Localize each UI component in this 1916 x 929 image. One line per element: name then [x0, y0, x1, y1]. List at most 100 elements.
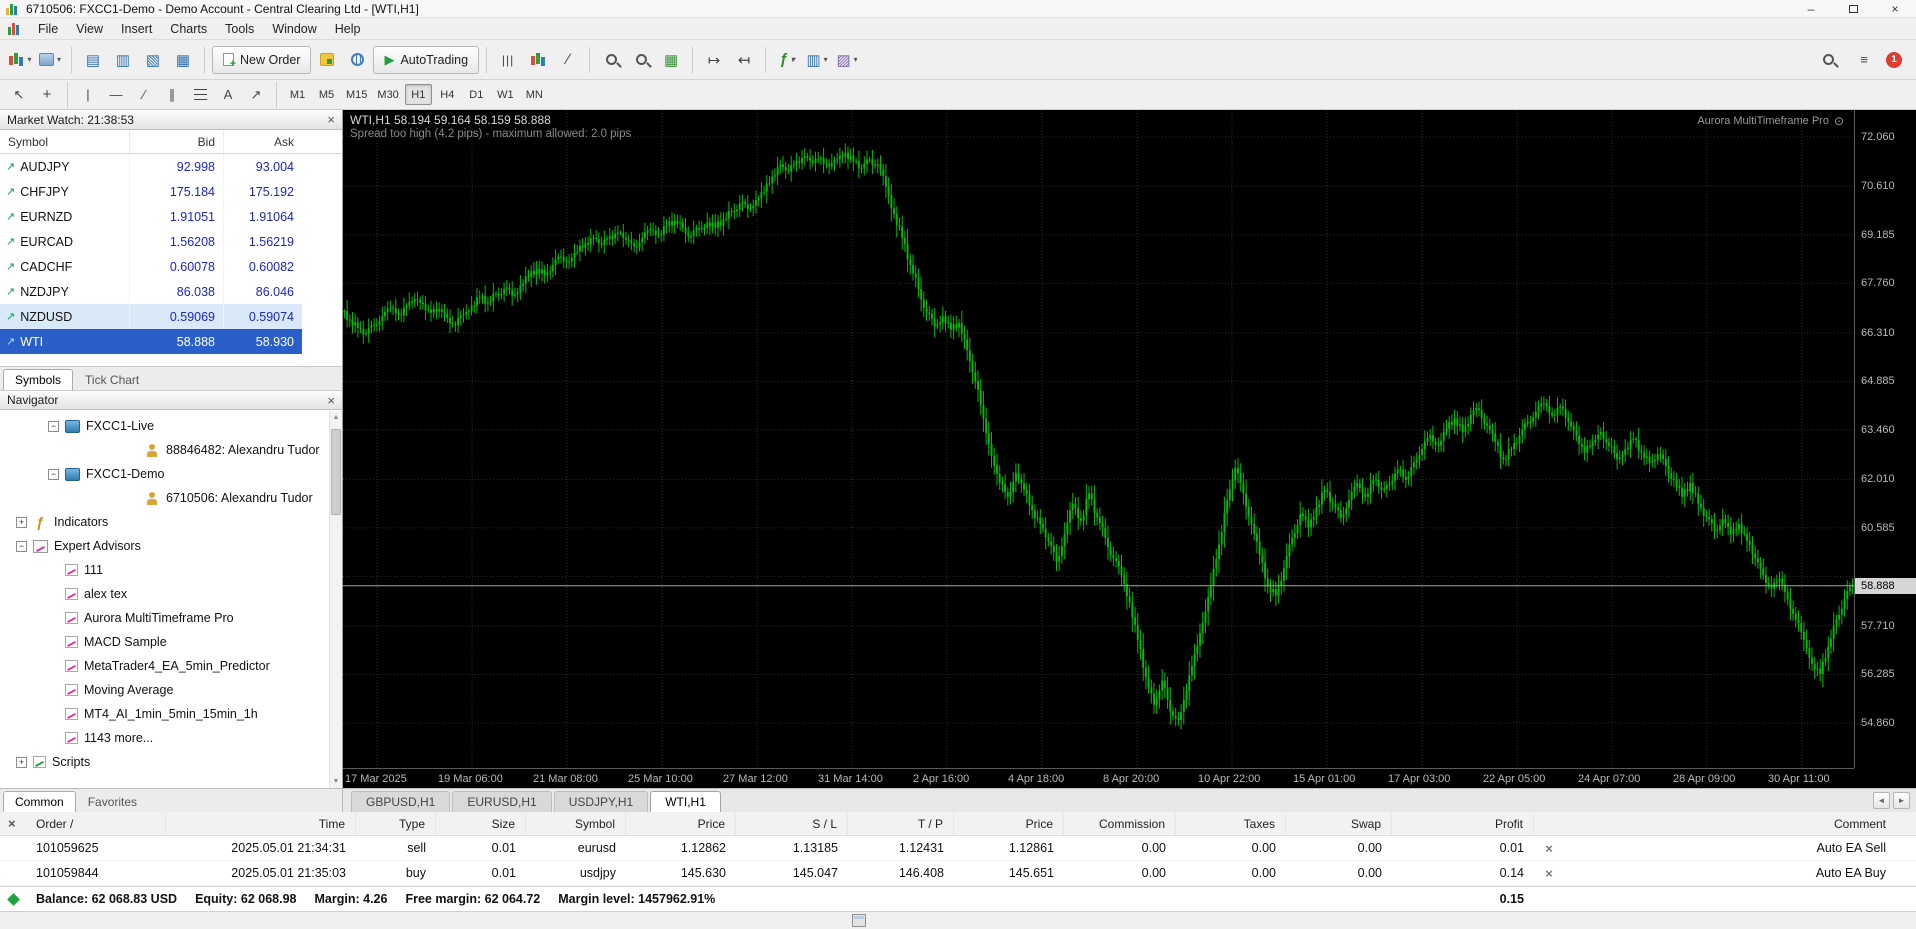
- vertical-line-tool[interactable]: |: [75, 83, 101, 107]
- chart-tab-eurusd-h1[interactable]: EURUSD,H1: [452, 791, 552, 812]
- collapse-icon[interactable]: −: [48, 420, 59, 432]
- metaeditor-button[interactable]: [313, 45, 341, 75]
- periods-button[interactable]: ▥ ▾: [803, 45, 831, 75]
- col-s-l-6[interactable]: S / L: [736, 812, 848, 835]
- column-ask[interactable]: Ask: [224, 135, 302, 149]
- col-price-5[interactable]: Price: [626, 812, 736, 835]
- nav-item-macd-sample[interactable]: MACD Sample: [0, 630, 342, 654]
- autotrading-button[interactable]: ▶ AutoTrading: [373, 45, 480, 74]
- timeframe-h4[interactable]: H4: [434, 84, 461, 105]
- market-watch-toggle[interactable]: ▤: [79, 45, 107, 75]
- scroll-tabs-right-icon[interactable]: ►: [1893, 792, 1910, 809]
- timeframe-w1[interactable]: W1: [492, 84, 519, 105]
- crosshair-tool[interactable]: +: [34, 83, 60, 107]
- nav-item-88846482-alexandru-tudor[interactable]: 88846482: Alexandru Tudor: [0, 438, 342, 462]
- market-watch-close-icon[interactable]: ×: [327, 113, 335, 126]
- scroll-down-icon[interactable]: ▼: [330, 775, 342, 788]
- menu-tools[interactable]: Tools: [216, 19, 263, 39]
- expand-icon[interactable]: +: [16, 516, 27, 528]
- channel-tool[interactable]: ∥: [159, 83, 185, 107]
- maximize-button[interactable]: [1832, 0, 1874, 17]
- horizontal-line-tool[interactable]: —: [103, 83, 129, 107]
- new-chart-button[interactable]: ▾: [6, 45, 34, 75]
- market-watch-row-nzdjpy[interactable]: ↗ NZDJPY 86.038 86.046: [0, 279, 302, 304]
- column-bid[interactable]: Bid: [130, 130, 224, 153]
- nav-item-metatrader4-ea-5min-predictor[interactable]: MetaTrader4_EA_5min_Predictor: [0, 654, 342, 678]
- expand-icon[interactable]: +: [16, 756, 27, 768]
- col-profit-12[interactable]: Profit: [1392, 812, 1534, 835]
- nav-item-111[interactable]: 111: [0, 558, 342, 582]
- zoom-in-button[interactable]: [597, 45, 625, 75]
- col-symbol-4[interactable]: Symbol: [526, 812, 626, 835]
- fibonacci-tool[interactable]: [187, 83, 213, 107]
- price-axis[interactable]: 72.060 70.610 69.185 67.760 66.310 64.885 63.4…: [1854, 110, 1916, 768]
- templates-button[interactable]: ▨ ▾: [833, 45, 861, 75]
- nav-item-mt4-ai-1min-5min-15min-1h[interactable]: MT4_AI_1min_5min_15min_1h: [0, 702, 342, 726]
- market-watch-row-nzdusd[interactable]: ↗ NZDUSD 0.59069 0.59074: [0, 304, 302, 329]
- column-symbol[interactable]: Symbol: [0, 130, 130, 153]
- menu-file[interactable]: File: [29, 19, 67, 39]
- col-taxes-10[interactable]: Taxes: [1176, 812, 1286, 835]
- tile-windows-button[interactable]: ▦: [657, 45, 685, 75]
- nav-item-expert-advisors[interactable]: − Expert Advisors: [0, 534, 342, 558]
- col-time-1[interactable]: Time: [166, 812, 356, 835]
- nav-item-aurora-multitimeframe-pro[interactable]: Aurora MultiTimeframe Pro: [0, 606, 342, 630]
- cursor-tool[interactable]: ↖: [6, 83, 32, 107]
- auto-scroll-button[interactable]: ↦: [700, 45, 728, 75]
- navigator-toggle[interactable]: ▧: [139, 45, 167, 75]
- nav-item-1143-more[interactable]: 1143 more...: [0, 726, 342, 750]
- menu-charts[interactable]: Charts: [161, 19, 216, 39]
- chart-tab-gbpusd-h1[interactable]: GBPUSD,H1: [351, 791, 451, 812]
- market-watch-row-cadchf[interactable]: ↗ CADCHF 0.60078 0.60082: [0, 254, 302, 279]
- text-tool[interactable]: A: [215, 83, 241, 107]
- navigator-scrollbar[interactable]: ▲ ▼: [329, 411, 342, 788]
- navigator-header[interactable]: Navigator ×: [0, 390, 342, 410]
- col-order[interactable]: Order /: [26, 812, 166, 835]
- nav-item-scripts[interactable]: + Scripts: [0, 750, 342, 774]
- profiles-button[interactable]: ▾: [36, 45, 64, 75]
- timeframe-m15[interactable]: M15: [342, 84, 371, 105]
- timeframe-h1[interactable]: H1: [404, 84, 432, 105]
- terminal-close-icon[interactable]: ×: [8, 816, 16, 831]
- col-size-3[interactable]: Size: [436, 812, 526, 835]
- timeframe-d1[interactable]: D1: [463, 84, 490, 105]
- col-swap-11[interactable]: Swap: [1286, 812, 1392, 835]
- time-axis[interactable]: 17 Mar 2025 19 Mar 06:00 21 Mar 08:00 25 Ma…: [343, 768, 1854, 788]
- order-row-101059844[interactable]: 101059844 2025.05.01 21:35:03 buy 0.01 usdjp…: [0, 861, 1916, 886]
- navigator-close-icon[interactable]: ×: [327, 394, 335, 407]
- collapse-icon[interactable]: −: [48, 468, 59, 480]
- market-watch-row-eurcad[interactable]: ↗ EURCAD 1.56208 1.56219: [0, 229, 302, 254]
- zoom-out-button[interactable]: [627, 45, 655, 75]
- market-watch-row-audjpy[interactable]: ↗ AUDJPY 92.998 93.004: [0, 154, 302, 179]
- scrollbar-thumb[interactable]: [331, 429, 341, 515]
- data-window-toggle[interactable]: ▥: [109, 45, 137, 75]
- chart-shift-button[interactable]: ↤: [730, 45, 758, 75]
- menu-window[interactable]: Window: [263, 19, 325, 39]
- nav-item-moving-average[interactable]: Moving Average: [0, 678, 342, 702]
- market-watch-row-eurnzd[interactable]: ↗ EURNZD 1.91051 1.91064: [0, 204, 302, 229]
- tab-symbols[interactable]: Symbols: [3, 369, 74, 390]
- scroll-up-icon[interactable]: ▲: [330, 411, 342, 424]
- timeframe-mn[interactable]: MN: [521, 84, 548, 105]
- candlestick-mode-button[interactable]: [524, 45, 552, 75]
- close-position-icon[interactable]: ×: [1545, 841, 1553, 856]
- tab-tick-chart[interactable]: Tick Chart: [74, 369, 150, 390]
- nav-item-fxcc1-demo[interactable]: − FXCC1-Demo: [0, 462, 342, 486]
- notifications-badge[interactable]: 1: [1886, 51, 1902, 68]
- close-button[interactable]: ×: [1874, 0, 1916, 17]
- menu-view[interactable]: View: [67, 19, 112, 39]
- arrow-tool[interactable]: ↗: [243, 83, 269, 107]
- market-watch-header[interactable]: Market Watch: 21:38:53 ×: [0, 110, 342, 130]
- title-bar[interactable]: 6710506: FXCC1-Demo - Demo Account - Cen…: [0, 0, 1916, 18]
- tab-favorites[interactable]: Favorites: [77, 791, 148, 812]
- col-commission-9[interactable]: Commission: [1064, 812, 1176, 835]
- col-comment[interactable]: Comment: [1564, 812, 1916, 835]
- menu-more-button[interactable]: ≡: [1850, 45, 1878, 75]
- collapse-icon[interactable]: −: [16, 540, 27, 552]
- close-position-icon[interactable]: ×: [1545, 866, 1553, 881]
- market-watch-row-chfjpy[interactable]: ↗ CHFJPY 175.184 175.192: [0, 179, 302, 204]
- menu-insert[interactable]: Insert: [112, 19, 161, 39]
- timeframe-m5[interactable]: M5: [313, 84, 340, 105]
- col-type-2[interactable]: Type: [356, 812, 436, 835]
- chart-canvas[interactable]: [343, 110, 1854, 768]
